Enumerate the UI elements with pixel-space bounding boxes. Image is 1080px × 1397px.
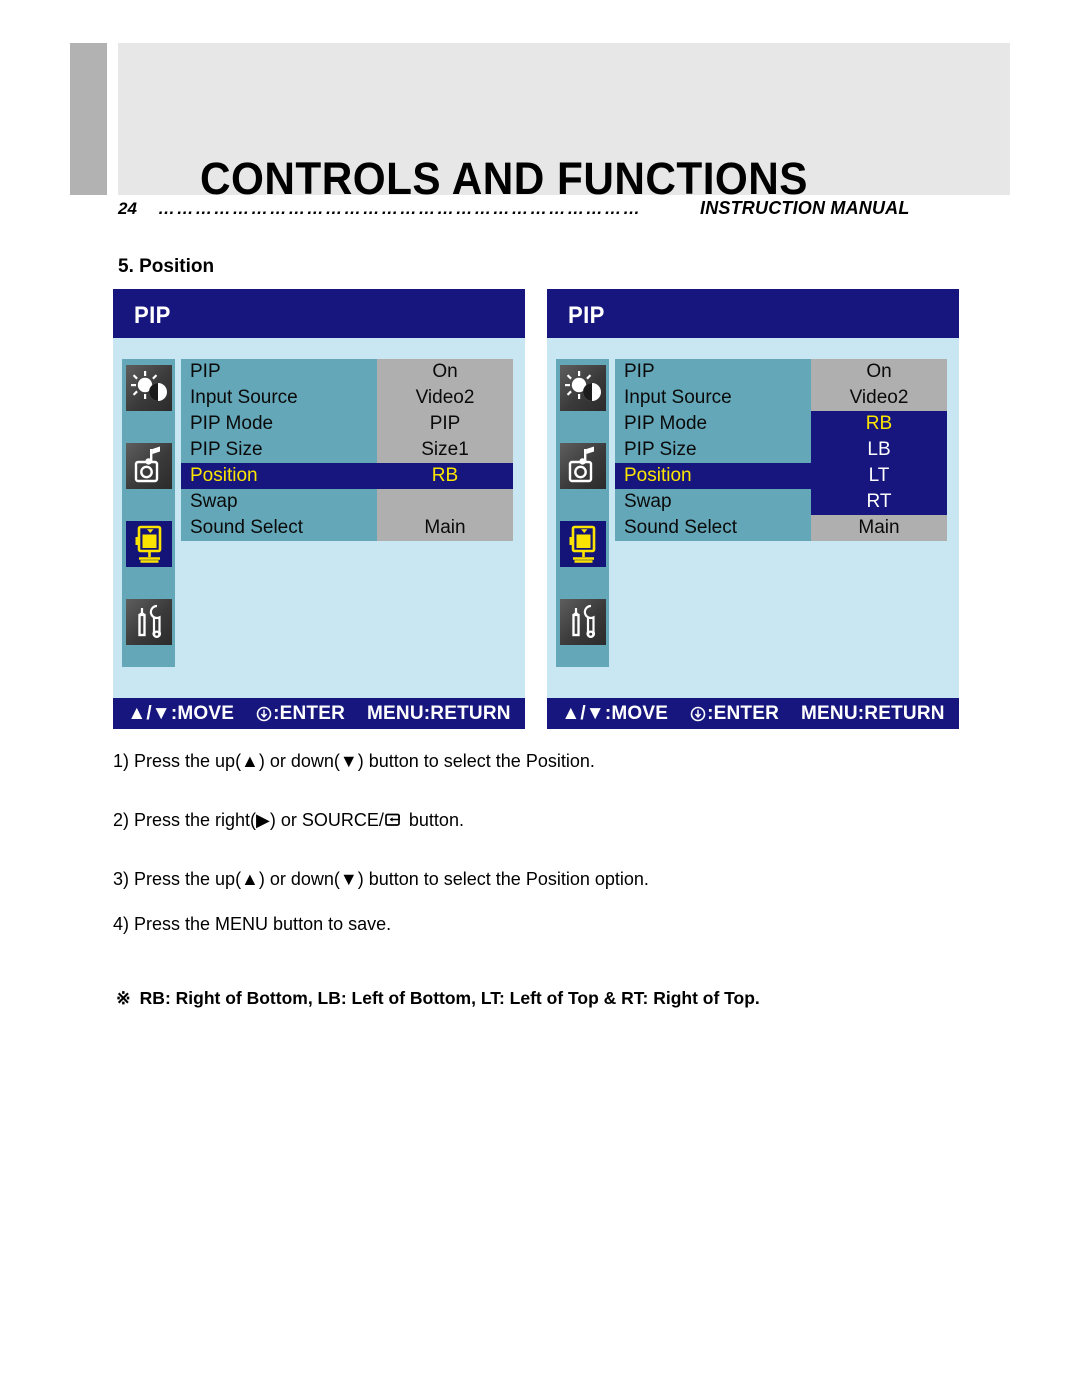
source-enter-icon (385, 812, 402, 829)
table-row[interactable]: Sound Select Main (615, 515, 947, 541)
footnote: ※ RB: Right of Bottom, LB: Left of Botto… (116, 988, 760, 1009)
footnote-text: RB: Right of Bottom, LB: Left of Bottom,… (139, 988, 760, 1008)
row-value: PIP (377, 411, 513, 437)
pip-screen-icon[interactable] (126, 521, 172, 567)
page-header-band: CONTROLS AND FUNCTIONS (70, 43, 1010, 201)
enter-circle-icon (256, 706, 272, 722)
row-value: Size1 (377, 437, 513, 463)
osd-left-titlebar: PIP (113, 289, 525, 338)
table-row[interactable]: Input Source Video2 (181, 385, 513, 411)
step-2-text-before: 2) Press the right(▶) or SOURCE/ (113, 810, 384, 830)
manual-footer-line: 24 …………………………………………………………………… INSTRUCTIO… (118, 198, 958, 224)
osd-right-titlebar: PIP (547, 289, 959, 338)
row-value: Video2 (811, 385, 947, 411)
row-value: On (811, 359, 947, 385)
row-label: Swap (615, 489, 811, 515)
table-row-option[interactable]: PIP Size LB (615, 437, 947, 463)
row-label: PIP Mode (181, 411, 377, 437)
table-row[interactable]: PIP Size Size1 (181, 437, 513, 463)
audio-icon[interactable] (126, 443, 172, 489)
osd-left-footer: ▲/▼:MOVE :ENTER MENU:RETURN (113, 698, 525, 729)
row-label: PIP (615, 359, 811, 385)
row-label: Position (615, 463, 811, 489)
page-title: CONTROLS AND FUNCTIONS (200, 153, 809, 204)
table-row[interactable]: Input Source Video2 (615, 385, 947, 411)
footer-enter-hint: :ENTER (690, 703, 779, 725)
row-value: On (377, 359, 513, 385)
page-number: 24 (118, 199, 137, 218)
audio-icon[interactable] (560, 443, 606, 489)
table-row-selected[interactable]: Position RB (181, 463, 513, 489)
table-row[interactable]: Sound Select Main (181, 515, 513, 541)
brightness-contrast-icon[interactable] (560, 365, 606, 411)
row-label: PIP Size (181, 437, 377, 463)
brightness-contrast-icon[interactable] (126, 365, 172, 411)
dropdown-option[interactable]: RB (811, 411, 947, 437)
row-label: Input Source (181, 385, 377, 411)
row-label: Input Source (615, 385, 811, 411)
footer-return-hint: MENU:RETURN (801, 702, 945, 724)
osd-left-table: PIP On Input Source Video2 PIP Mode PIP … (181, 359, 513, 541)
osd-left-sidebar (122, 359, 175, 667)
pip-screen-icon[interactable] (560, 521, 606, 567)
row-value: RB (377, 463, 513, 489)
row-label: Sound Select (615, 515, 811, 541)
manual-label: INSTRUCTION MANUAL (700, 198, 910, 218)
table-row-option[interactable]: Swap RT (615, 489, 947, 515)
footer-enter-label: :ENTER (273, 702, 346, 724)
section-heading: 5. Position (118, 256, 215, 277)
row-label: Swap (181, 489, 377, 515)
row-label: Sound Select (181, 515, 377, 541)
row-value: Main (377, 515, 513, 541)
step-1: 1) Press the up(▲) or down(▼) button to … (113, 751, 595, 771)
row-value (377, 489, 513, 515)
table-row[interactable]: Swap (181, 489, 513, 515)
footer-move-hint: ▲/▼:MOVE (127, 702, 235, 724)
footer-move-hint: ▲/▼:MOVE (561, 702, 669, 724)
dropdown-option[interactable]: RT (811, 489, 947, 515)
footer-enter-hint: :ENTER (256, 703, 345, 725)
step-4: 4) Press the MENU button to save. (113, 914, 392, 934)
row-label: PIP (181, 359, 377, 385)
row-label: Position (181, 463, 377, 489)
enter-circle-icon (690, 706, 706, 722)
header-accent-bar (70, 43, 107, 195)
footer-return-hint: MENU:RETURN (367, 702, 511, 724)
osd-left-title: PIP (134, 302, 171, 329)
footer-enter-label: :ENTER (707, 702, 780, 724)
row-value: Video2 (377, 385, 513, 411)
table-row-option-current[interactable]: PIP Mode RB (615, 411, 947, 437)
row-label: PIP Mode (615, 411, 811, 437)
row-value: Main (811, 515, 947, 541)
footnote-marker: ※ (116, 988, 131, 1008)
row-label: PIP Size (615, 437, 811, 463)
osd-right-title: PIP (568, 302, 605, 329)
table-row-selected[interactable]: Position LT (615, 463, 947, 489)
setup-tools-icon[interactable] (560, 599, 606, 645)
step-2: 2) Press the right(▶) or SOURCE/ button. (113, 810, 464, 831)
osd-right-table: PIP On Input Source Video2 PIP Mode RB P… (615, 359, 947, 541)
osd-panel-right: PIP PIP On Input Source Video2 PIP Mode … (547, 289, 959, 729)
table-row[interactable]: PIP Mode PIP (181, 411, 513, 437)
setup-tools-icon[interactable] (126, 599, 172, 645)
osd-right-sidebar (556, 359, 609, 667)
step-2-text-after: button. (408, 810, 464, 830)
table-row[interactable]: PIP On (615, 359, 947, 385)
dotted-leader: …………………………………………………………………… (158, 199, 642, 218)
osd-right-footer: ▲/▼:MOVE :ENTER MENU:RETURN (547, 698, 959, 729)
dropdown-option[interactable]: LT (811, 463, 947, 489)
osd-panel-left: PIP PIP On Input Source Video2 PIP Mode … (113, 289, 525, 729)
table-row[interactable]: PIP On (181, 359, 513, 385)
dropdown-option[interactable]: LB (811, 437, 947, 463)
step-3: 3) Press the up(▲) or down(▼) button to … (113, 869, 649, 889)
